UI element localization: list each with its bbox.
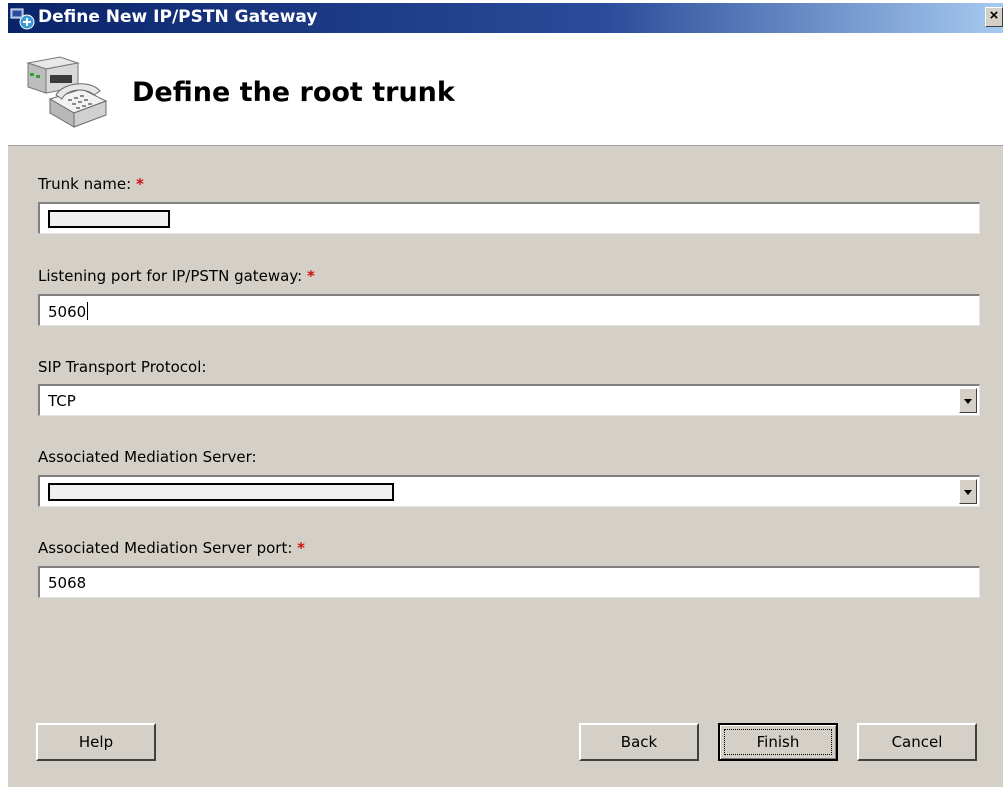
back-button[interactable]: Back <box>579 723 699 761</box>
mediation-server-select[interactable] <box>38 475 980 507</box>
mediation-port-label: Associated Mediation Server port: * <box>38 539 306 557</box>
required-asterisk: * <box>135 175 144 193</box>
text-caret <box>87 302 89 320</box>
chevron-down-icon <box>964 399 972 404</box>
mediation-server-label: Associated Mediation Server: <box>38 448 257 466</box>
chevron-down-icon <box>964 490 972 495</box>
sip-transport-dropdown-button[interactable] <box>959 388 977 413</box>
finish-button[interactable]: Finish <box>718 723 838 761</box>
listening-port-input[interactable]: 5060 <box>38 294 980 326</box>
phone-gateway-icon <box>26 56 108 128</box>
close-icon: × <box>989 7 999 24</box>
help-button[interactable]: Help <box>36 723 156 761</box>
redacted-value <box>48 483 394 501</box>
close-button[interactable]: × <box>985 7 1003 27</box>
title-bar[interactable]: Define New IP/PSTN Gateway × <box>8 3 1003 33</box>
mediation-port-input[interactable]: 5068 <box>38 566 980 598</box>
window-title: Define New IP/PSTN Gateway <box>38 7 318 27</box>
redacted-value <box>48 210 170 228</box>
focus-rectangle <box>724 729 832 755</box>
dialog-window: Define New IP/PSTN Gateway × Define the … <box>8 3 1003 787</box>
required-asterisk: * <box>297 539 306 557</box>
sip-transport-select[interactable]: TCP <box>38 384 980 416</box>
mediation-server-dropdown-button[interactable] <box>959 479 977 504</box>
trunk-name-label: Trunk name: * <box>38 175 144 193</box>
listening-port-label: Listening port for IP/PSTN gateway: * <box>38 267 315 285</box>
gateway-app-icon <box>10 8 35 30</box>
sip-transport-label: SIP Transport Protocol: <box>38 358 207 376</box>
cancel-button[interactable]: Cancel <box>857 723 977 761</box>
required-asterisk: * <box>306 267 315 285</box>
page-title: Define the root trunk <box>132 77 455 108</box>
trunk-name-input[interactable] <box>38 202 980 234</box>
wizard-header: Define the root trunk <box>8 33 1003 146</box>
